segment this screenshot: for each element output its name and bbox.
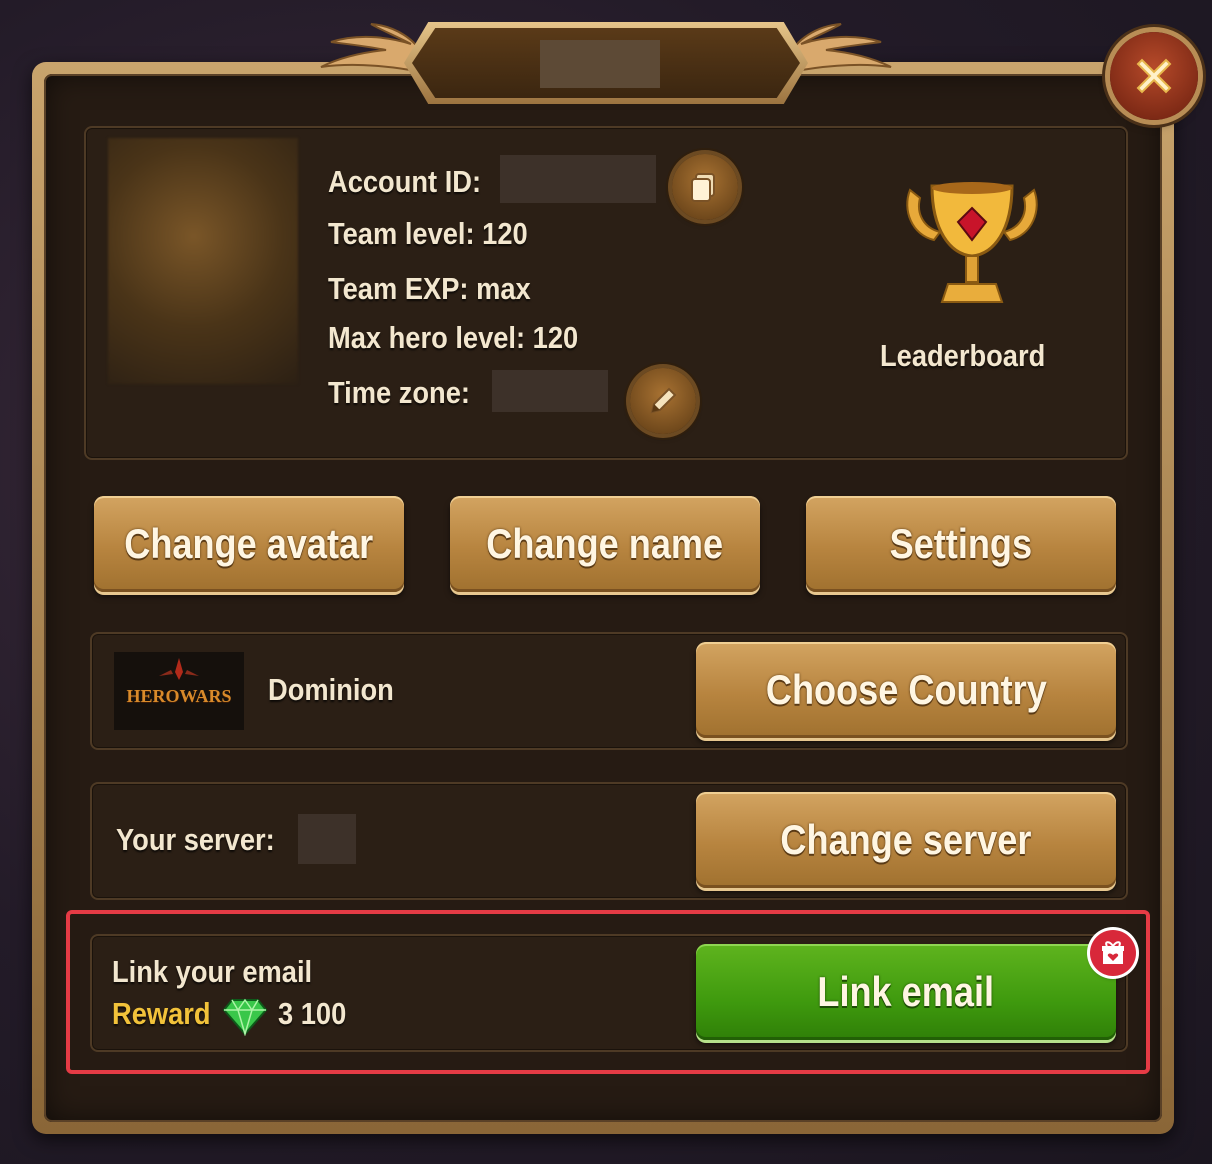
settings-label: Settings <box>889 520 1033 567</box>
leaderboard-label: Leaderboard <box>880 338 1046 373</box>
server-value <box>298 814 356 864</box>
server-label: Your server: <box>116 822 275 857</box>
copy-account-id-button[interactable] <box>672 154 738 220</box>
edit-time-zone-button[interactable] <box>630 368 696 434</box>
country-logo-text: HEROWARS <box>126 685 232 706</box>
email-highlight-box <box>66 910 1150 1074</box>
settings-button[interactable]: Settings <box>806 496 1116 592</box>
avatar <box>108 138 298 384</box>
team-exp-label: Team EXP: max <box>328 271 531 306</box>
title-redacted <box>540 40 660 88</box>
change-server-label: Change server <box>780 816 1032 863</box>
choose-country-label: Choose Country <box>765 666 1047 713</box>
max-hero-level-label: Max hero level: 120 <box>328 320 579 355</box>
change-avatar-label: Change avatar <box>124 520 374 567</box>
account-id-value <box>500 155 656 203</box>
country-name: Dominion <box>268 672 394 707</box>
trophy-icon <box>906 182 1038 303</box>
change-name-label: Change name <box>486 520 724 567</box>
country-logo: HEROWARS <box>114 652 244 730</box>
account-id-label: Account ID: <box>328 164 482 199</box>
time-zone-label: Time zone: <box>328 375 470 410</box>
change-name-button[interactable]: Change name <box>450 496 760 592</box>
change-server-button[interactable]: Change server <box>696 792 1116 888</box>
right-wing-ornament <box>786 23 892 74</box>
herowars-crown-icon <box>159 658 199 680</box>
change-avatar-button[interactable]: Change avatar <box>94 496 404 592</box>
team-level-label: Team level: 120 <box>328 216 528 251</box>
edit-pencil-icon <box>650 387 677 414</box>
leaderboard-button[interactable]: Leaderboard <box>870 176 1070 386</box>
time-zone-value <box>492 370 608 412</box>
left-wing-ornament <box>320 23 426 74</box>
copy-icon <box>691 173 715 202</box>
choose-country-button[interactable]: Choose Country <box>696 642 1116 738</box>
close-button[interactable] <box>1110 32 1198 120</box>
close-icon <box>1136 58 1172 94</box>
